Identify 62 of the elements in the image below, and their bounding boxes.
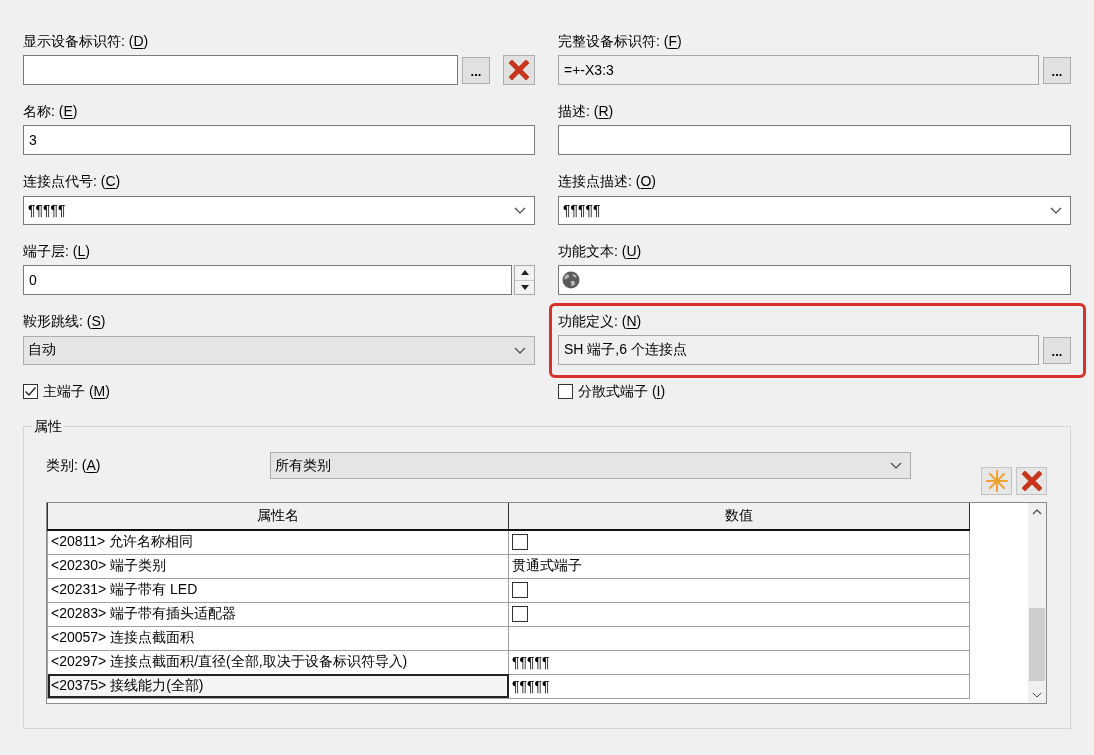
delete-button[interactable] [1016, 467, 1047, 495]
dropdown[interactable]: 所有类别 [270, 452, 911, 479]
table-cell: <20811> 允许名称相同 [47, 530, 509, 554]
field-label: 显示设备标识符: (D) [23, 32, 149, 51]
column-header: 数值 [508, 503, 970, 530]
input-field[interactable]: 0 [23, 265, 512, 295]
table-cell: ¶¶¶¶¶ [508, 650, 970, 674]
group-title: 属性 [33, 417, 63, 436]
table-cell: ¶¶¶¶¶ [508, 674, 970, 698]
globe-icon [562, 271, 580, 289]
input-field[interactable]: 3 [23, 125, 535, 155]
input-field[interactable]: SH 端子,6 个连接点 [558, 335, 1039, 365]
checkbox[interactable] [512, 534, 528, 551]
asterisk-icon [985, 470, 1008, 492]
input-field[interactable]: =+-X3:3 [558, 55, 1039, 85]
scrollbar-thumb[interactable] [1029, 608, 1045, 681]
field-label: 描述: (R) [558, 102, 614, 121]
tick-icon [24, 384, 37, 398]
input-field[interactable] [23, 55, 458, 85]
table-cell: <20375> 接线能力(全部) [47, 674, 509, 698]
x-icon [1021, 471, 1042, 491]
triangle-down-icon [520, 284, 529, 290]
chevron-down-icon[interactable] [1032, 691, 1042, 698]
checkbox-label: 主端子 (M) [43, 382, 110, 401]
scrollbar[interactable] [1028, 503, 1046, 703]
delete-button[interactable] [503, 55, 535, 85]
field-label: 功能定义: (N) [558, 312, 642, 331]
checkbox[interactable] [558, 383, 573, 399]
browse-button[interactable]: ... [1043, 56, 1071, 84]
browse-button[interactable]: ... [1043, 336, 1071, 364]
chevron-down-icon [1050, 206, 1062, 214]
browse-button[interactable]: ... [462, 56, 490, 84]
field-label: 名称: (E) [23, 102, 78, 121]
checkbox-label: 分散式端子 (I) [578, 382, 666, 401]
input-field[interactable] [558, 265, 1071, 295]
x-icon [509, 60, 529, 80]
chevron-down-icon [890, 462, 902, 469]
chevron-up-icon[interactable] [1032, 508, 1042, 515]
checkbox[interactable] [23, 383, 38, 399]
chevron-down-icon [514, 206, 526, 214]
triangle-up-icon [520, 270, 529, 276]
table-cell: <20231> 端子带有 LED [47, 578, 509, 602]
chevron-down-icon [514, 346, 526, 354]
table-cell: 贯通式端子 [508, 554, 970, 578]
column-header: 属性名 [47, 503, 509, 530]
dropdown[interactable]: 自动 [23, 335, 535, 365]
field-label: 连接点代号: (C) [23, 172, 121, 191]
field-label: 完整设备标识符: (F) [558, 32, 682, 51]
input-field[interactable] [558, 125, 1071, 155]
dropdown[interactable]: ¶¶¶¶¶ [558, 195, 1071, 225]
field-label: 端子层: (L) [23, 242, 90, 261]
field-label: 功能文本: (U) [558, 242, 642, 261]
dropdown[interactable]: ¶¶¶¶¶ [23, 195, 535, 225]
field-label: 鞍形跳线: (S) [23, 312, 106, 331]
category-label: 类别: (A) [46, 456, 102, 475]
table-cell: <20297> 连接点截面积/直径(全部,取决于设备标识符导入) [47, 650, 509, 674]
table-cell: <20057> 连接点截面积 [47, 626, 509, 650]
table-cell: <20230> 端子类别 [47, 554, 509, 578]
checkbox[interactable] [512, 606, 528, 622]
field-label: 连接点描述: (O) [558, 172, 656, 191]
checkbox[interactable] [512, 582, 528, 598]
table-cell: <20283> 端子带有插头适配器 [47, 602, 509, 626]
